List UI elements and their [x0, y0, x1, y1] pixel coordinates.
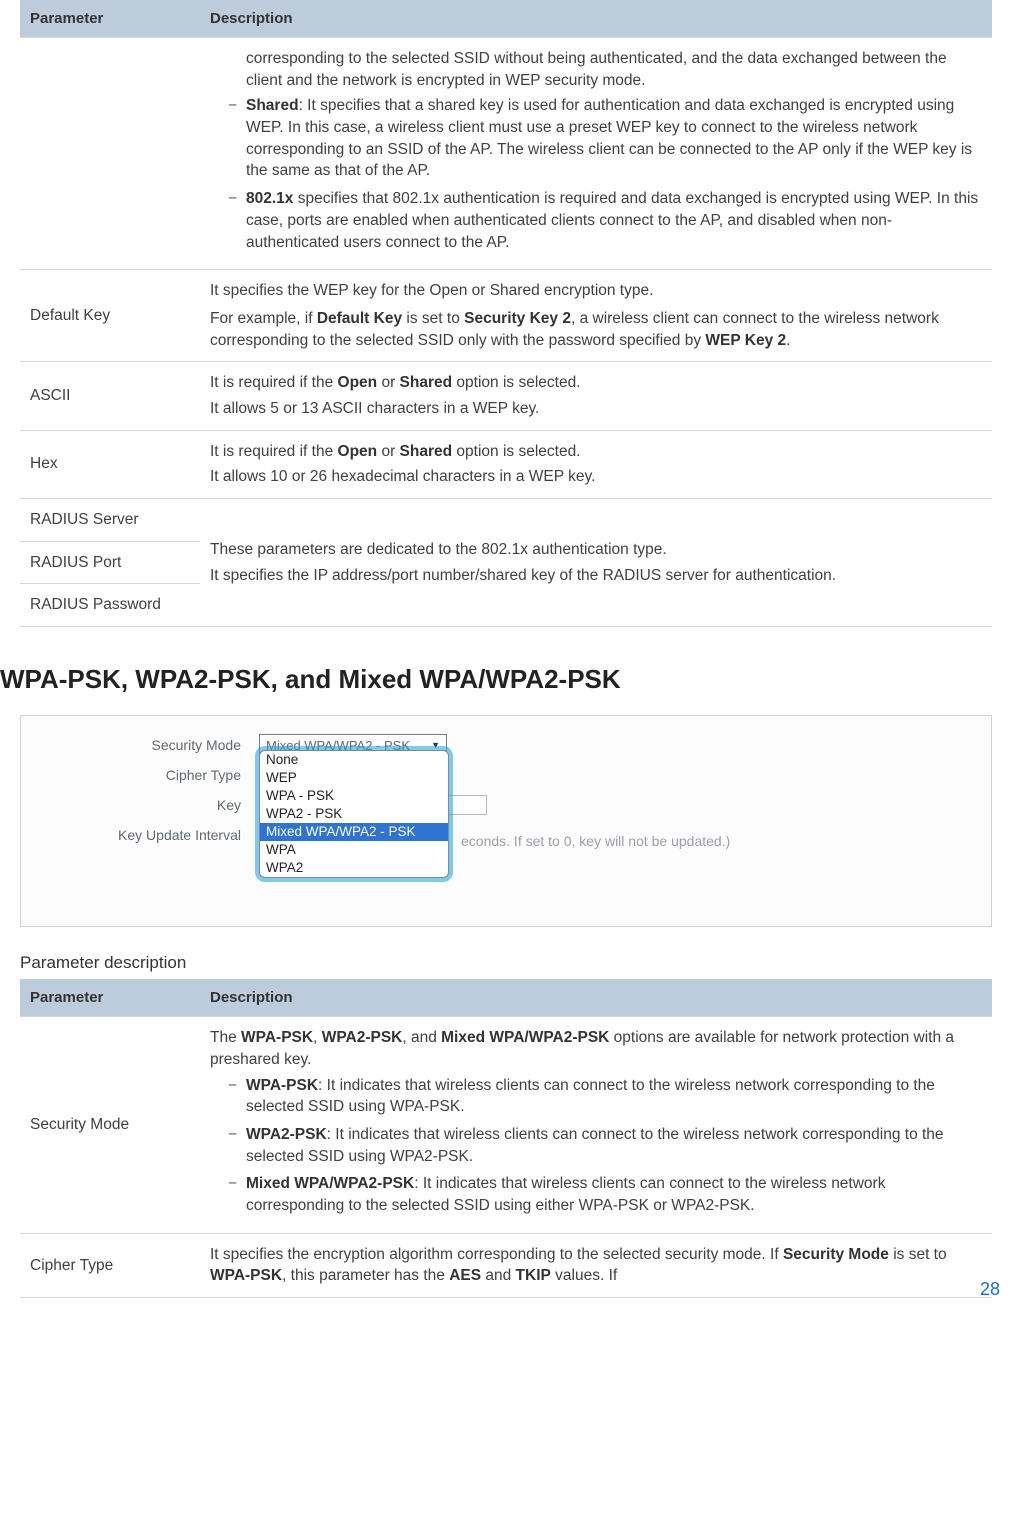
- param-cipher-type: Cipher Type: [20, 1233, 200, 1297]
- hint-text: econds. If set to 0, key will not be upd…: [461, 832, 730, 852]
- dd-opt-mixed[interactable]: Mixed WPA/WPA2 - PSK: [260, 823, 448, 841]
- li-shared: Shared: It specifies that a shared key i…: [246, 95, 982, 182]
- li-mixed-psk: Mixed WPA/WPA2-PSK: It indicates that wi…: [246, 1173, 982, 1216]
- section-heading: WPA-PSK, WPA2-PSK, and Mixed WPA/WPA2-PS…: [0, 661, 992, 697]
- page-number: 28: [980, 1277, 1000, 1302]
- desc-ascii: It is required if the Open or Shared opt…: [200, 362, 992, 430]
- label-security-mode: Security Mode: [61, 736, 259, 756]
- param-empty: [20, 38, 200, 270]
- param-default-key: Default Key: [20, 270, 200, 362]
- param-radius-port: RADIUS Port: [20, 541, 200, 584]
- screenshot-panel: Security Mode Mixed WPA/WPA2 - PSK Ciphe…: [20, 715, 992, 927]
- parameter-table-2: Parameter Description Security Mode The …: [20, 979, 992, 1298]
- dd-opt-wpa2[interactable]: WPA2: [260, 859, 448, 877]
- desc-hex: It is required if the Open or Shared opt…: [200, 430, 992, 498]
- table2-caption: Parameter description: [20, 951, 992, 975]
- param-security-mode: Security Mode: [20, 1017, 200, 1234]
- security-mode-dropdown[interactable]: None WEP WPA - PSK WPA2 - PSK Mixed WPA/…: [259, 750, 449, 878]
- label-cipher-type: Cipher Type: [61, 766, 259, 786]
- param-radius-password: RADIUS Password: [20, 584, 200, 627]
- desc-continued: corresponding to the selected SSID witho…: [200, 38, 992, 270]
- dd-opt-none[interactable]: None: [260, 751, 448, 769]
- th2-description: Description: [200, 979, 992, 1017]
- param-ascii: ASCII: [20, 362, 200, 430]
- param-radius-server: RADIUS Server: [20, 499, 200, 542]
- li-8021x: 802.1x specifies that 802.1x authenticat…: [246, 188, 982, 253]
- desc-cipher-type: It specifies the encryption algorithm co…: [200, 1233, 992, 1297]
- dd-opt-wpa[interactable]: WPA: [260, 841, 448, 859]
- param-hex: Hex: [20, 430, 200, 498]
- parameter-table-1: Parameter Description corresponding to t…: [20, 0, 992, 627]
- th-description: Description: [200, 0, 992, 38]
- label-key-update-interval: Key Update Interval: [61, 826, 259, 846]
- th2-parameter: Parameter: [20, 979, 200, 1017]
- dd-opt-wep[interactable]: WEP: [260, 769, 448, 787]
- dd-opt-wpa2-psk[interactable]: WPA2 - PSK: [260, 805, 448, 823]
- li-wpa2-psk: WPA2-PSK: It indicates that wireless cli…: [246, 1124, 982, 1167]
- label-key: Key: [61, 796, 259, 816]
- desc-security-mode: The WPA-PSK, WPA2-PSK, and Mixed WPA/WPA…: [200, 1017, 992, 1234]
- desc-radius: These parameters are dedicated to the 80…: [200, 499, 992, 627]
- dd-opt-wpa-psk[interactable]: WPA - PSK: [260, 787, 448, 805]
- desc-default-key: It specifies the WEP key for the Open or…: [200, 270, 992, 362]
- th-parameter: Parameter: [20, 0, 200, 38]
- li-wpa-psk: WPA-PSK: It indicates that wireless clie…: [246, 1075, 982, 1118]
